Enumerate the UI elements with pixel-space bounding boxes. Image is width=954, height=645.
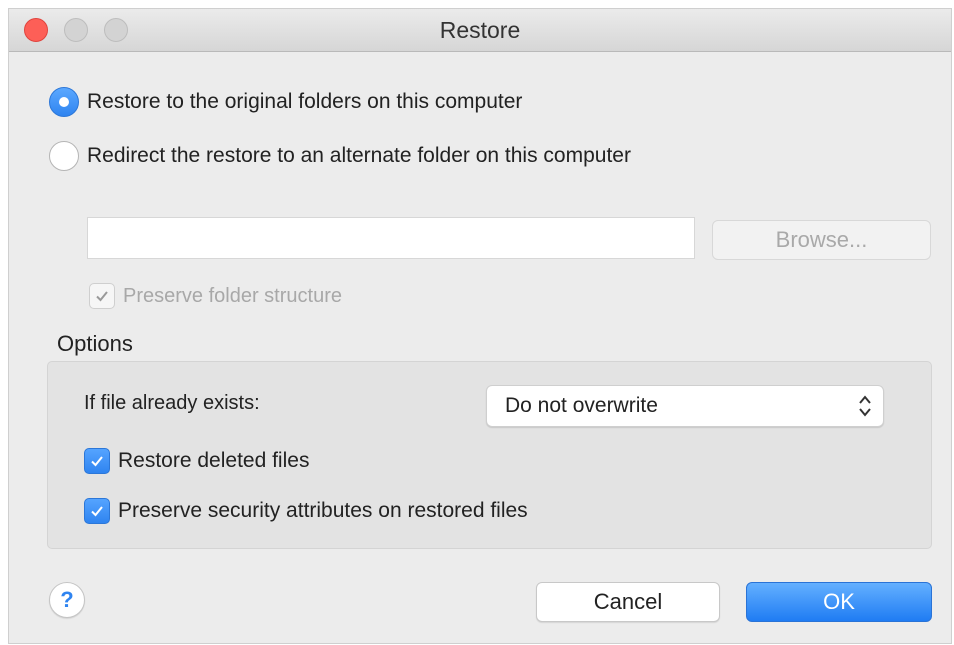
cancel-button[interactable]: Cancel <box>536 582 720 622</box>
ok-button[interactable]: OK <box>746 582 932 622</box>
checkmark-icon <box>91 456 103 467</box>
restore-original-label: Restore to the original folders on this … <box>87 90 523 113</box>
alternate-folder-input[interactable] <box>87 217 695 259</box>
restore-dialog: Restore Restore to the original folders … <box>8 8 952 644</box>
options-group: If file already exists: Do not overwrite… <box>47 361 932 549</box>
title-bar: Restore <box>9 9 951 52</box>
options-heading: Options <box>57 331 133 356</box>
help-icon: ? <box>60 587 74 612</box>
browse-button[interactable]: Browse... <box>712 220 931 260</box>
redirect-restore-option[interactable]: Redirect the restore to an alternate fol… <box>49 139 631 173</box>
if-exists-select[interactable]: Do not overwrite <box>486 385 884 427</box>
preserve-security-attributes-label: Preserve security attributes on restored… <box>118 499 528 522</box>
if-exists-label: If file already exists: <box>84 392 260 414</box>
up-down-arrows-icon <box>859 395 871 417</box>
restore-deleted-files-checkbox[interactable] <box>84 448 110 474</box>
preserve-folder-structure-option[interactable]: Preserve folder structure <box>89 281 342 311</box>
preserve-folder-structure-checkbox[interactable] <box>89 283 115 309</box>
restore-deleted-files-label: Restore deleted files <box>118 449 310 472</box>
restore-deleted-files-option[interactable]: Restore deleted files <box>84 446 309 476</box>
restore-original-option[interactable]: Restore to the original folders on this … <box>49 85 522 119</box>
if-exists-value: Do not overwrite <box>505 394 658 417</box>
help-button[interactable]: ? <box>49 582 85 618</box>
window-title: Restore <box>439 17 521 43</box>
restore-original-radio[interactable] <box>49 87 79 117</box>
checkmark-icon <box>96 291 108 302</box>
preserve-security-attributes-option[interactable]: Preserve security attributes on restored… <box>84 496 528 526</box>
redirect-restore-radio[interactable] <box>49 141 79 171</box>
redirect-restore-label: Redirect the restore to an alternate fol… <box>87 144 631 167</box>
checkmark-icon <box>91 506 103 517</box>
preserve-folder-structure-label: Preserve folder structure <box>123 284 342 307</box>
preserve-security-attributes-checkbox[interactable] <box>84 498 110 524</box>
